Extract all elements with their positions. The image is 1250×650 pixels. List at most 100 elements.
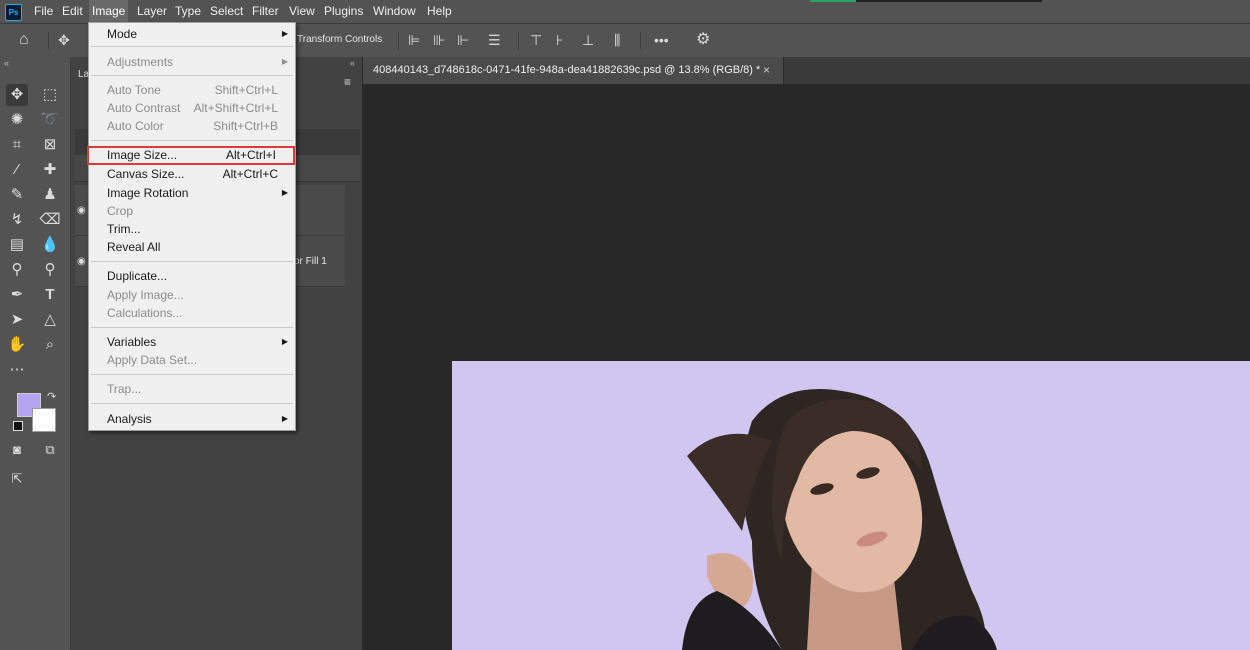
menu-window[interactable]: Window [370, 0, 419, 23]
align-bottom-icon[interactable]: ⊥ [582, 32, 594, 48]
menu-item-variables[interactable]: Variables ▶ [89, 333, 295, 351]
portrait-photo [682, 389, 997, 650]
submenu-arrow-icon: ▶ [281, 188, 288, 197]
menu-view[interactable]: View [286, 0, 318, 23]
menu-item-apply-data-set[interactable]: Apply Data Set... [89, 351, 295, 369]
divider [518, 32, 519, 50]
menu-item-calculations[interactable]: Calculations... [89, 304, 295, 322]
menu-separator [91, 374, 293, 375]
menu-image[interactable]: Image [89, 0, 129, 23]
align-left-icon[interactable]: ⊫ [408, 32, 420, 48]
document-tab-bar: 408440143_d748618c-0471-41fe-948a-dea418… [363, 57, 1250, 84]
dodge-tool-icon[interactable]: ⚲ [6, 259, 28, 281]
submenu-arrow-icon: ▶ [281, 57, 288, 66]
screen-mode-icon[interactable]: ⧉ [39, 439, 61, 461]
align-middle-icon[interactable]: ⊦ [556, 32, 563, 48]
menu-separator [91, 46, 293, 47]
menu-item-mode[interactable]: Mode ▶ [89, 25, 295, 43]
menu-separator [91, 403, 293, 404]
show-transform-controls-label[interactable]: Transform Controls [297, 34, 382, 45]
menu-separator [91, 140, 293, 141]
collapse-panel-icon[interactable]: « [350, 58, 355, 68]
menu-filter[interactable]: Filter [249, 0, 282, 23]
menu-item-auto-color[interactable]: Auto Color Shift+Ctrl+B [89, 117, 295, 135]
menu-item-auto-contrast[interactable]: Auto Contrast Alt+Shift+Ctrl+L [89, 99, 295, 117]
default-colors-icon[interactable] [13, 421, 23, 431]
distribute-icon[interactable]: ☰ [488, 32, 501, 48]
history-brush-tool-icon[interactable]: ↯ [6, 209, 28, 231]
zoom-tool-icon[interactable]: ⌕ [39, 334, 61, 356]
menu-item-trim[interactable]: Trim... [89, 220, 295, 238]
menu-item-trap[interactable]: Trap... [89, 380, 295, 398]
eyedropper-tool-icon[interactable]: ⁄ [6, 159, 28, 181]
shape-tool-icon[interactable]: △ [39, 309, 61, 331]
menu-help[interactable]: Help [424, 0, 455, 23]
menu-item-crop[interactable]: Crop [89, 202, 295, 220]
object-selection-tool-icon[interactable]: ✺ [6, 109, 28, 131]
menu-item-auto-tone[interactable]: Auto Tone Shift+Ctrl+L [89, 81, 295, 99]
menu-edit[interactable]: Edit [59, 0, 86, 23]
divider [640, 32, 641, 50]
align-right-icon[interactable]: ⊩ [457, 32, 469, 48]
visibility-eye-icon[interactable]: ◉ [77, 256, 86, 267]
menu-layer[interactable]: Layer [134, 0, 170, 23]
eraser-tool-icon[interactable]: ⌫ [39, 209, 61, 231]
menu-type[interactable]: Type [172, 0, 204, 23]
background-color-swatch[interactable] [32, 408, 56, 432]
submenu-arrow-icon: ▶ [281, 337, 288, 346]
align-top-icon[interactable]: ⊤ [530, 32, 542, 48]
menu-item-reveal-all[interactable]: Reveal All [89, 238, 295, 256]
burn-tool-icon[interactable]: ⚲ [39, 259, 61, 281]
submenu-arrow-icon: ▶ [281, 29, 288, 38]
quick-mask-icon[interactable]: ◙ [6, 439, 28, 461]
swap-colors-icon[interactable]: ↷ [47, 390, 56, 403]
path-selection-tool-icon[interactable]: ➤ [6, 309, 28, 331]
hand-tool-icon[interactable]: ✋ [6, 334, 28, 356]
menu-item-adjustments[interactable]: Adjustments ▶ [89, 53, 295, 71]
menu-item-analysis[interactable]: Analysis ▶ [89, 410, 295, 428]
progress-indicator [810, 0, 856, 2]
frame-tool-icon[interactable]: ⊠ [39, 134, 61, 156]
align-center-icon[interactable]: ⊪ [433, 32, 445, 48]
progress-track [856, 0, 1042, 2]
menu-bar: Ps File Edit Image Layer Type Select Fil… [0, 0, 1250, 24]
edit-toolbar-icon[interactable]: ⋯ [6, 359, 28, 381]
gear-icon[interactable]: ⚙ [696, 32, 710, 48]
stamp-tool-icon[interactable]: ♟ [39, 184, 61, 206]
menu-separator [91, 327, 293, 328]
home-icon[interactable]: ⌂ [19, 32, 29, 48]
divider [48, 32, 49, 50]
document-canvas[interactable] [452, 361, 1250, 650]
tools-panel: « ✥ ⬚ ✺ ➰ ⌗ ⊠ ⁄ ✚ ✎ ♟ ↯ ⌫ ▤ 💧 ⚲ ⚲ ✒ T ➤ … [0, 57, 71, 650]
brush-tool-icon[interactable]: ✎ [6, 184, 28, 206]
move-tool-icon[interactable]: ✥ [6, 84, 28, 106]
lasso-tool-icon[interactable]: ➰ [39, 109, 61, 131]
collapse-panel-icon[interactable]: « [4, 58, 9, 68]
layer-name: or Fill 1 [294, 256, 327, 267]
document-tab[interactable]: 408440143_d748618c-0471-41fe-948a-dea418… [363, 57, 784, 84]
menu-item-apply-image[interactable]: Apply Image... [89, 286, 295, 304]
more-options-icon[interactable]: ••• [654, 32, 669, 48]
menu-item-canvas-size[interactable]: Canvas Size... Alt+Ctrl+C [89, 165, 295, 183]
close-icon[interactable]: × [763, 63, 770, 77]
crop-tool-icon[interactable]: ⌗ [6, 134, 28, 156]
marquee-tool-icon[interactable]: ⬚ [39, 84, 61, 106]
menu-item-image-size[interactable]: Image Size... Alt+Ctrl+I [87, 146, 295, 165]
healing-brush-tool-icon[interactable]: ✚ [39, 159, 61, 181]
menu-item-duplicate[interactable]: Duplicate... [89, 267, 295, 285]
move-tool-icon[interactable]: ✥ [58, 32, 70, 48]
menu-file[interactable]: File [31, 0, 56, 23]
type-tool-icon[interactable]: T [39, 284, 61, 306]
share-icon[interactable]: ⇱ [6, 468, 28, 490]
menu-item-image-rotation[interactable]: Image Rotation ▶ [89, 184, 295, 202]
visibility-eye-icon[interactable]: ◉ [77, 205, 86, 216]
distribute-vertical-icon[interactable]: ⫼ [614, 32, 620, 48]
panel-menu-icon[interactable]: ≡ [344, 75, 351, 89]
pen-tool-icon[interactable]: ✒ [6, 284, 28, 306]
photoshop-logo-icon: Ps [5, 4, 22, 21]
menu-select[interactable]: Select [207, 0, 246, 23]
blur-tool-icon[interactable]: 💧 [39, 234, 61, 256]
gradient-tool-icon[interactable]: ▤ [6, 234, 28, 256]
menu-plugins[interactable]: Plugins [321, 0, 366, 23]
menu-separator [91, 75, 293, 76]
